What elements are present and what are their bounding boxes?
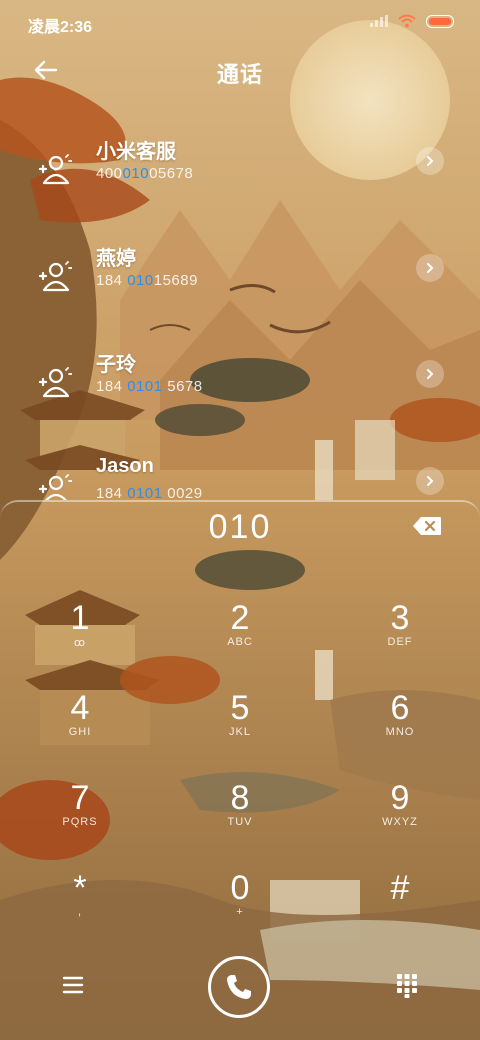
dialpad-icon[interactable] — [394, 972, 420, 998]
key-5[interactable]: 5 JKL — [180, 688, 300, 768]
contact-number: 184 01015689 — [96, 272, 198, 289]
key-star[interactable]: *, — [20, 868, 140, 948]
key-0[interactable]: 0 + — [180, 868, 300, 948]
chevron-right-icon[interactable] — [416, 467, 444, 495]
status-time: 凌晨2:36 — [28, 19, 93, 36]
phone-icon — [227, 975, 251, 999]
app-header: 通话 — [0, 44, 480, 100]
contact-number: 184 0101 5678 — [96, 378, 203, 395]
bottom-action-bar — [0, 950, 480, 1030]
call-button[interactable] — [208, 956, 270, 1018]
status-bar: 凌晨2:36 — [0, 0, 480, 44]
key-4[interactable]: 4 GHI — [20, 688, 140, 768]
key-8[interactable]: 8 TUV — [180, 778, 300, 858]
contact-avatar-icon — [38, 474, 72, 500]
contact-number: 40001005678 — [96, 165, 194, 182]
key-9[interactable]: 9 WXYZ — [340, 778, 460, 858]
chevron-right-icon[interactable] — [416, 360, 444, 388]
contact-name: 小米客服 — [96, 141, 176, 163]
signal-icon — [370, 15, 388, 27]
contact-name: 燕婷 — [96, 248, 136, 270]
key-7[interactable]: 7 PQRS — [20, 778, 140, 858]
contact-name: 子玲 — [96, 354, 136, 376]
contact-item[interactable]: 燕婷 184 01015689 — [0, 242, 480, 332]
contact-item[interactable]: Jason 184 0101 0029 — [0, 455, 480, 500]
status-icons — [370, 14, 454, 28]
battery-icon — [426, 14, 454, 28]
key-6[interactable]: 6 MNO — [340, 688, 460, 768]
chevron-right-icon[interactable] — [416, 147, 444, 175]
backspace-icon[interactable] — [412, 516, 442, 536]
contact-name: Jason — [96, 455, 154, 477]
dialed-number: 010 — [208, 508, 272, 546]
wifi-icon — [398, 14, 416, 28]
key-1[interactable]: 1ꝏ — [20, 598, 140, 678]
menu-icon[interactable] — [60, 972, 86, 998]
contact-item[interactable]: 小米客服 40001005678 — [0, 135, 480, 225]
key-2[interactable]: 2 ABC — [180, 598, 300, 678]
page-title: 通话 — [216, 62, 263, 87]
key-3[interactable]: 3 DEF — [340, 598, 460, 678]
voicemail-icon: ꝏ — [73, 637, 87, 649]
contact-item[interactable]: 子玲 184 0101 5678 — [0, 348, 480, 438]
contact-avatar-icon — [38, 367, 72, 398]
contact-avatar-icon — [38, 154, 72, 185]
key-hash[interactable]: # — [340, 868, 460, 948]
contact-avatar-icon — [38, 261, 72, 292]
chevron-right-icon[interactable] — [416, 254, 444, 282]
contact-number: 184 0101 0029 — [96, 485, 203, 500]
